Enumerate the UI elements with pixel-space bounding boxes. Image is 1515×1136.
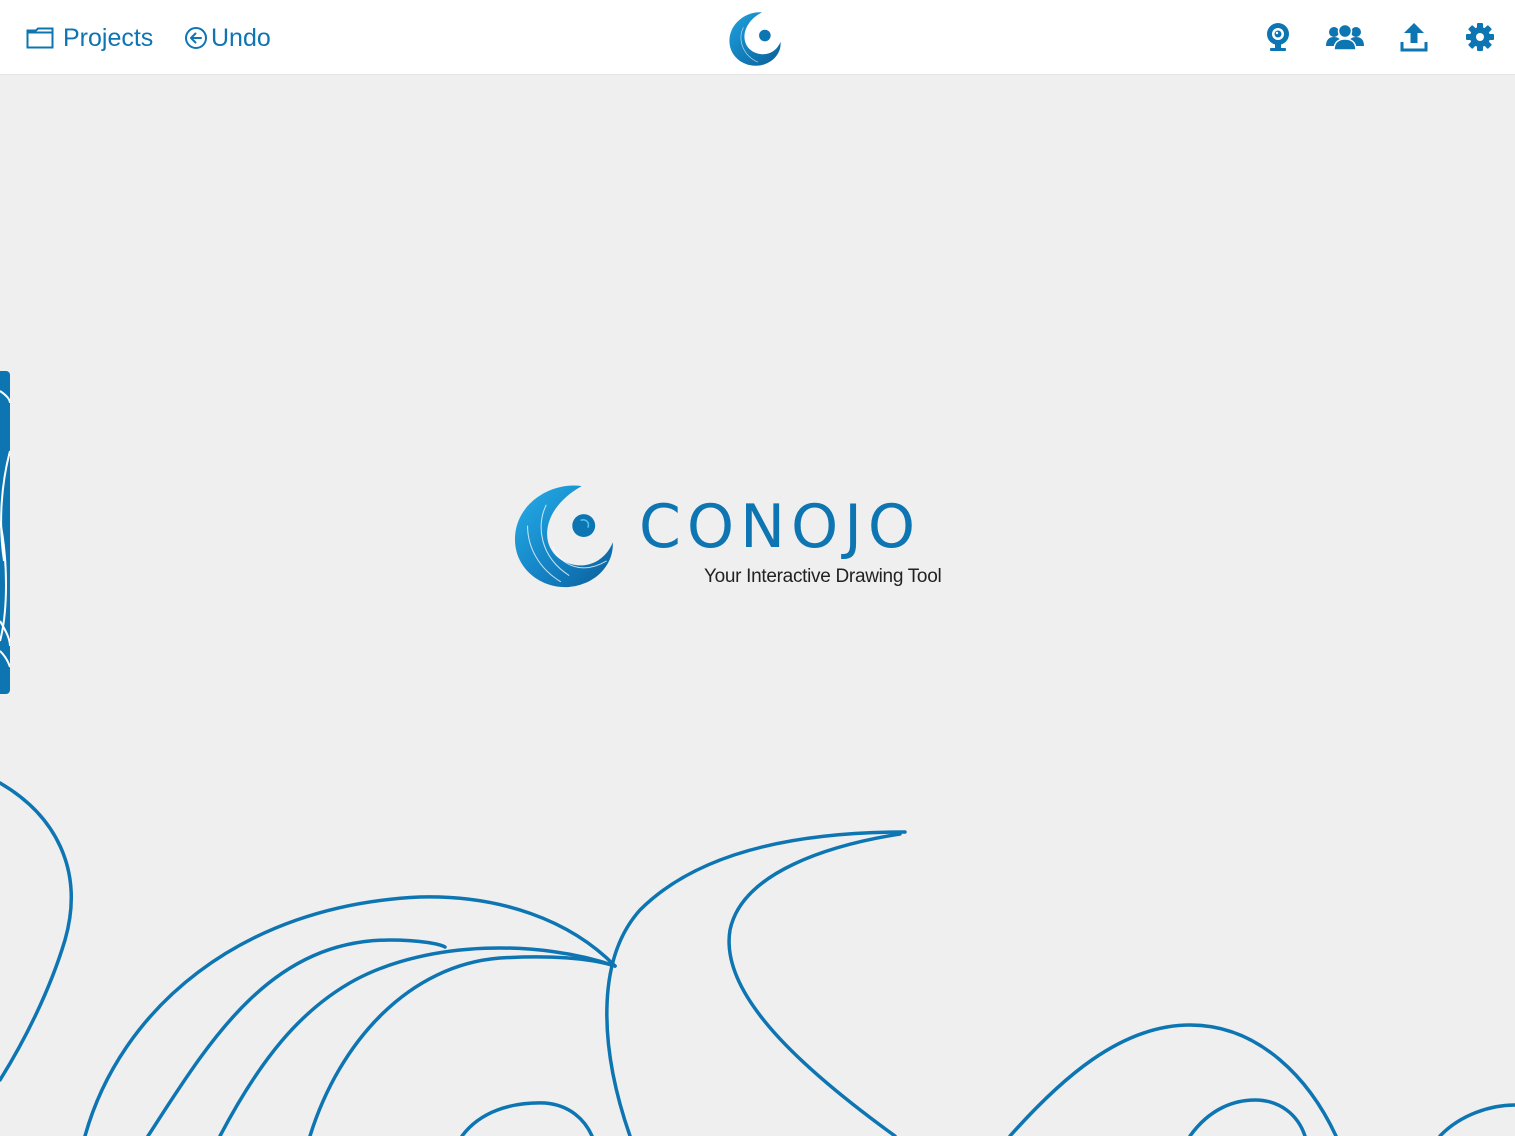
stroke-small-dome — [460, 1101, 594, 1136]
side-drawer-handle[interactable] — [0, 371, 10, 694]
splash-brand: CONOJO Your Interactive Drawing Tool — [513, 484, 963, 594]
upload-button[interactable] — [1395, 20, 1433, 58]
stroke-hook — [605, 830, 907, 1136]
settings-button[interactable] — [1461, 20, 1499, 58]
upload-icon — [1400, 22, 1428, 57]
conojo-crescent-logo-icon — [513, 484, 617, 588]
projects-button[interactable]: Projects — [26, 20, 153, 56]
projects-label: Projects — [63, 23, 154, 52]
stroke-big-arch — [83, 895, 617, 1136]
stroke-edge-arc — [1438, 1103, 1515, 1136]
conojo-logo-icon — [726, 10, 784, 68]
arrow-left-circle-icon — [184, 26, 208, 50]
stroke-inner-arch — [146, 938, 447, 1136]
stroke-right-dome — [1008, 1023, 1338, 1136]
brand-name: CONOJO — [639, 492, 922, 562]
webcam-icon — [1265, 22, 1291, 57]
gear-icon — [1465, 22, 1495, 57]
collaborate-button[interactable] — [1326, 20, 1364, 58]
stroke-hook-inner — [727, 832, 902, 1136]
stroke-wave-2 — [308, 955, 617, 1136]
stroke-right-small-dome — [1188, 1098, 1307, 1136]
stroke-left-arc — [0, 781, 73, 1082]
folder-icon — [26, 27, 54, 49]
brand-tagline: Your Interactive Drawing Tool — [704, 566, 942, 587]
webcam-button[interactable] — [1259, 20, 1297, 58]
stroke-wave-1 — [218, 946, 617, 1136]
users-group-icon — [1326, 23, 1364, 55]
top-toolbar: Projects Undo — [0, 0, 1515, 75]
undo-label: Undo — [211, 23, 271, 52]
side-drawer-pattern — [0, 390, 10, 668]
undo-button[interactable]: Undo — [184, 20, 271, 56]
